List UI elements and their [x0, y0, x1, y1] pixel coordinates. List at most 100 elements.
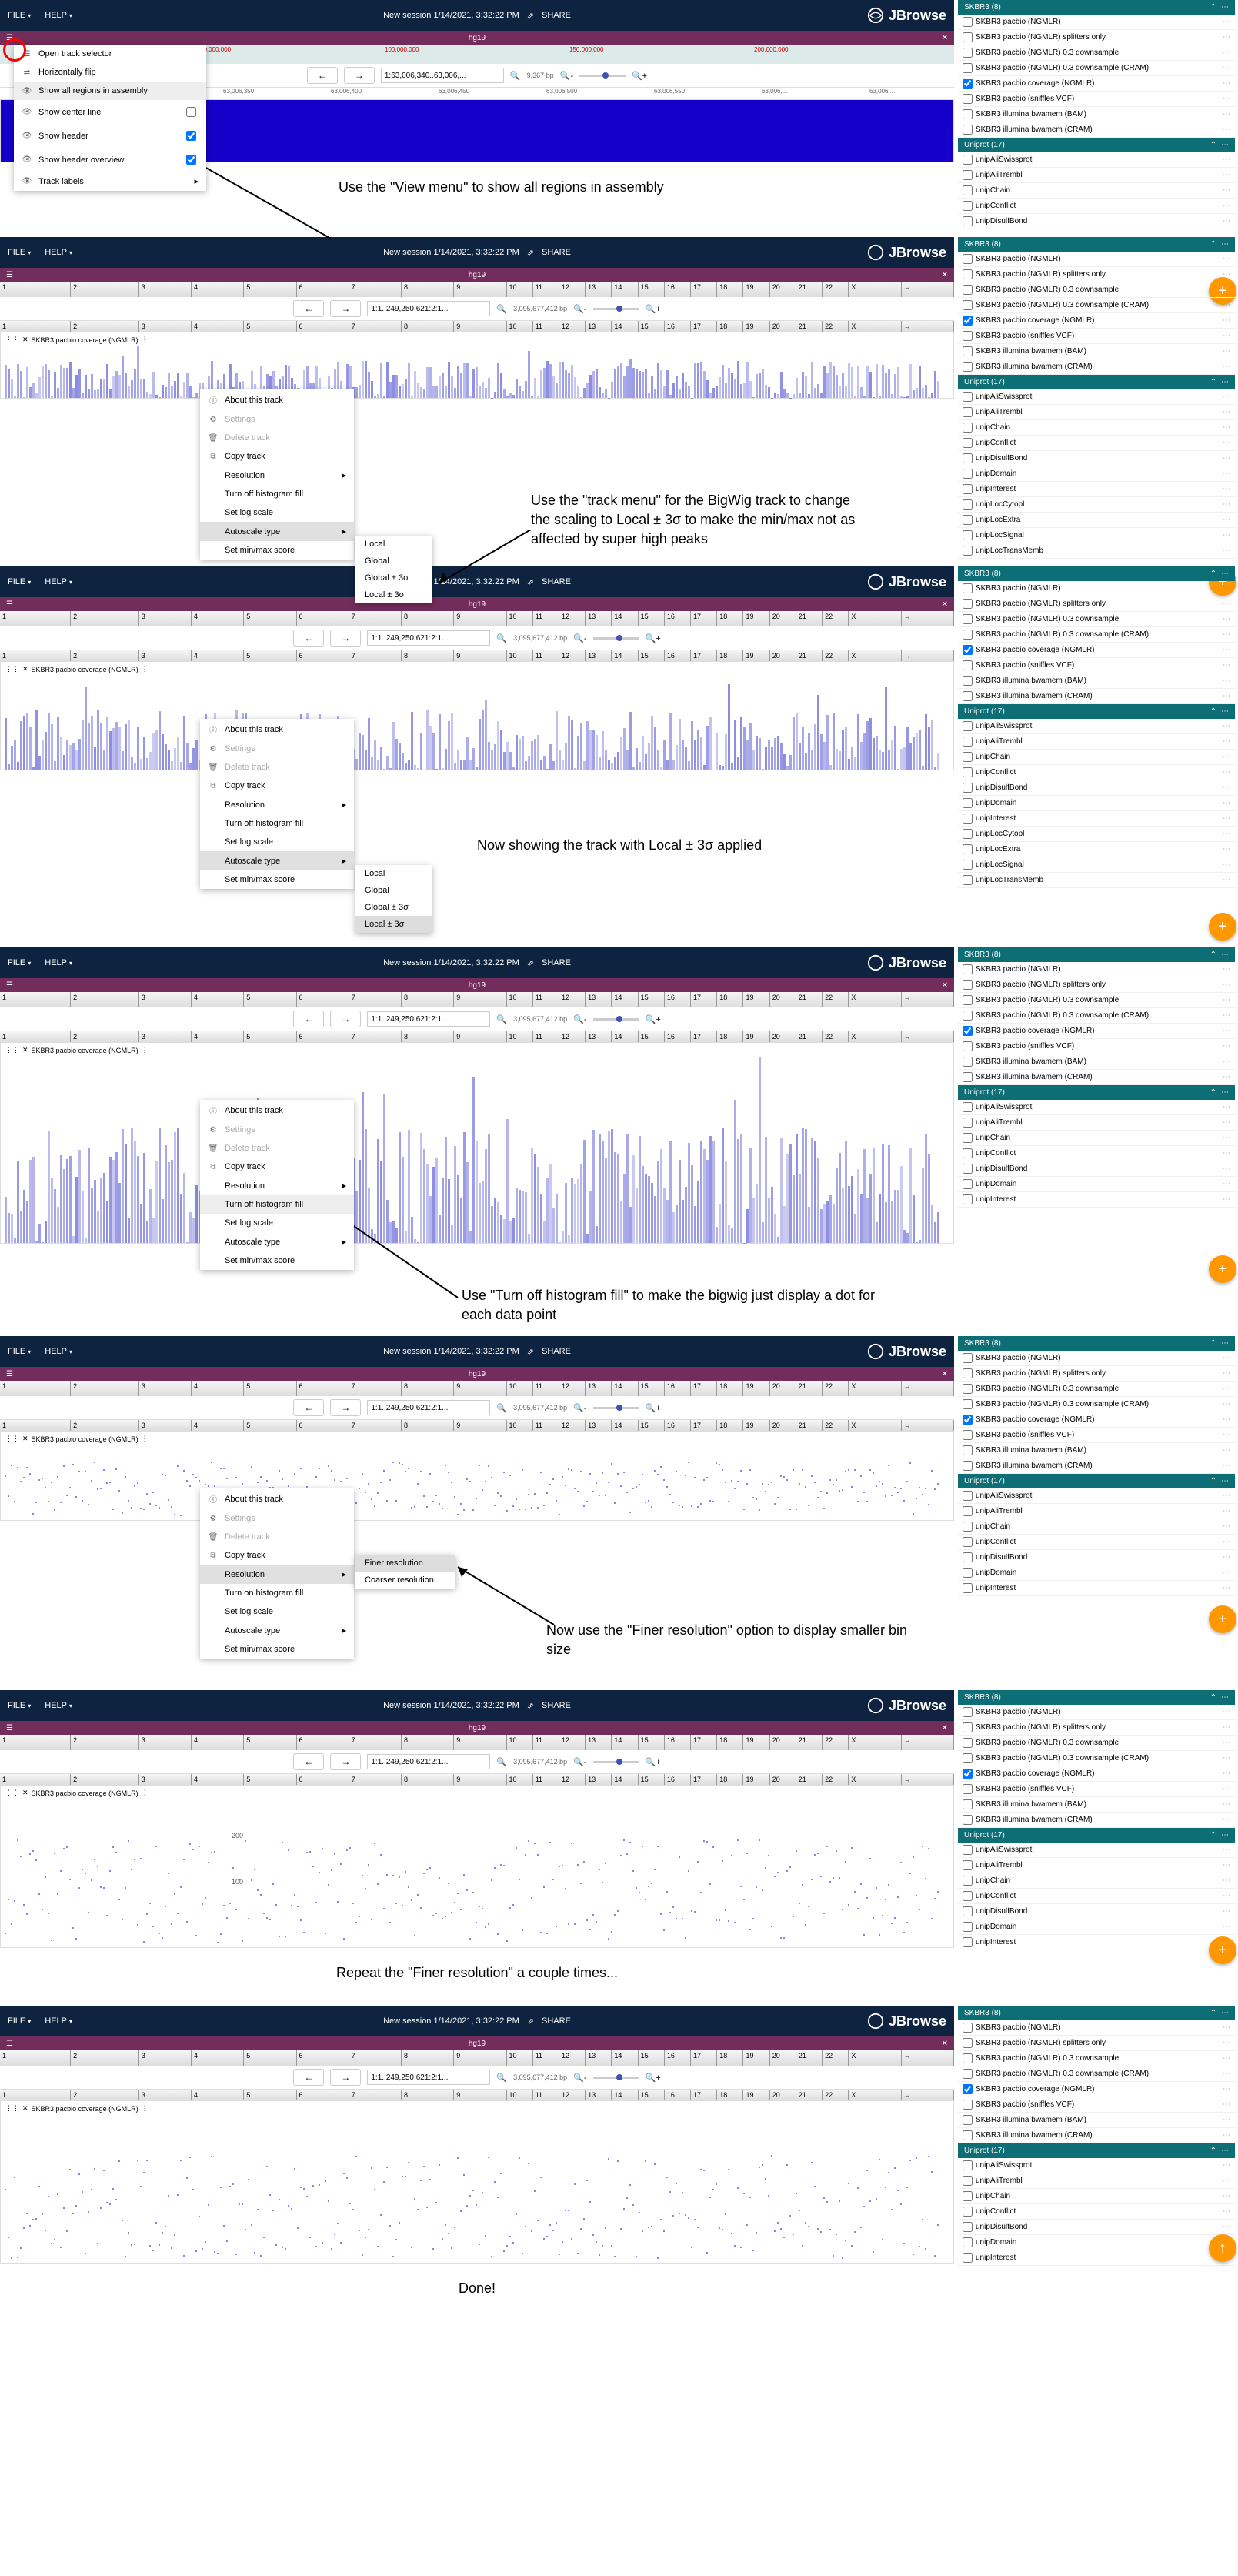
bigwig-track[interactable]: ⋮⋮✕SKBR3 pacbio coverage (NGMLR)⋮ [0, 1042, 954, 1244]
side-track-item[interactable]: SKBR3 pacbio (NGMLR) splitters only⋯ [958, 2036, 1235, 2051]
side-track-item[interactable]: unipAliSwissprot⋯ [958, 152, 1235, 168]
side-track-item[interactable]: unipAliSwissprot⋯ [958, 389, 1235, 405]
track-menu-item[interactable]: ⓘAbout this track [200, 1100, 354, 1121]
side-track-item[interactable]: unipConflict⋯ [958, 1889, 1235, 1904]
side-track-item[interactable]: unipDomain⋯ [958, 2235, 1235, 2250]
side-track-item[interactable]: unipAliTrembl⋯ [958, 1504, 1235, 1519]
side-track-item[interactable]: SKBR3 pacbio (NGMLR) 0.3 downsample (CRA… [958, 298, 1235, 313]
view-menu-item[interactable]: 👁Show header [14, 124, 206, 148]
side-track-item[interactable]: unipAliTrembl⋯ [958, 2173, 1235, 2189]
side-track-item[interactable]: unipAliSwissprot⋯ [958, 719, 1235, 734]
side-track-item[interactable]: unipDisulfBond⋯ [958, 1161, 1235, 1177]
track-menu-item[interactable]: ⧉Copy track [200, 447, 354, 466]
side-track-item[interactable]: SKBR3 illumina bwamem (CRAM)⋯ [958, 2128, 1235, 2143]
submenu-item[interactable]: Local ± 3σ [355, 586, 432, 603]
track-menu-item[interactable]: Set log scale [200, 1214, 354, 1232]
submenu-item[interactable]: Global ± 3σ [355, 899, 432, 916]
side-track-item[interactable]: SKBR3 pacbio (NGMLR) 0.3 downsample⋯ [958, 1736, 1235, 1751]
side-track-item[interactable]: SKBR3 pacbio (NGMLR) 0.3 downsample (CRA… [958, 1751, 1235, 1766]
bigwig-track-dots[interactable]: ⋮⋮✕SKBR3 pacbio coverage (NGMLR)⋮ [0, 1431, 954, 1521]
file-menu[interactable]: FILE [8, 11, 31, 20]
side-group-header[interactable]: Uniprot (17)⌃⋯ [958, 138, 1235, 152]
side-track-item[interactable]: SKBR3 pacbio (NGMLR) 0.3 downsample (CRA… [958, 1397, 1235, 1412]
side-track-item[interactable]: SKBR3 pacbio (sniffles VCF)⋯ [958, 329, 1235, 344]
track-menu-item[interactable]: Set log scale [200, 1602, 354, 1621]
bigwig-track-dots[interactable]: ⋮⋮✕SKBR3 pacbio coverage (NGMLR)⋮ [0, 2100, 954, 2264]
side-group-header[interactable]: Uniprot (17)⌃⋯ [958, 1474, 1235, 1488]
submenu-item[interactable]: Local [355, 865, 432, 882]
track-menu-item[interactable]: Set min/max score [200, 870, 354, 889]
side-group-header[interactable]: SKBR3 (8)⌃⋯ [958, 0, 1235, 15]
nav-back-button[interactable]: ← [293, 300, 324, 317]
view-menu-item[interactable]: ⇄Horizontally flip [14, 63, 206, 82]
submenu-item[interactable]: Finer resolution [355, 1555, 455, 1572]
side-track-item[interactable]: unipChain⋯ [958, 2189, 1235, 2204]
side-track-item[interactable]: SKBR3 pacbio (NGMLR)⋯ [958, 581, 1235, 596]
bigwig-track[interactable]: ⋮⋮✕SKBR3 pacbio coverage (NGMLR)⋮ [0, 332, 954, 399]
track-menu-item[interactable]: Set min/max score [200, 1640, 354, 1659]
track-menu-item[interactable]: Resolution▸ [200, 1176, 354, 1195]
track-menu-item[interactable]: Resolution▸ [200, 1565, 354, 1584]
nav-forward-button[interactable]: → [330, 300, 361, 317]
side-track-item[interactable]: SKBR3 illumina bwamem (CRAM)⋯ [958, 1070, 1235, 1085]
side-track-item[interactable]: unipConflict⋯ [958, 1146, 1235, 1161]
side-track-item[interactable]: unipInterest⋯ [958, 482, 1235, 497]
track-menu-item[interactable]: Resolution▸ [200, 795, 354, 814]
side-track-item[interactable]: SKBR3 illumina bwamem (BAM)⋯ [958, 1054, 1235, 1070]
side-group-header[interactable]: SKBR3 (8)⌃⋯ [958, 237, 1235, 252]
submenu-item[interactable]: Global ± 3σ [355, 570, 432, 586]
zoom-in-icon[interactable]: 🔍+ [646, 304, 661, 314]
side-track-item[interactable]: unipDisulfBond⋯ [958, 451, 1235, 466]
track-menu-item[interactable]: Autoscale type▸ [200, 1232, 354, 1251]
view-menu-icon[interactable]: ☰ [6, 271, 13, 279]
track-menu-item[interactable]: Resolution▸ [200, 466, 354, 485]
side-track-item[interactable]: unipLocExtra⋯ [958, 842, 1235, 857]
zoom-out-icon[interactable]: 🔍- [573, 304, 586, 314]
submenu-item[interactable]: Local ± 3σ [355, 916, 432, 933]
bigwig-track[interactable]: ⋮⋮✕SKBR3 pacbio coverage (NGMLR)⋮ [0, 661, 954, 770]
side-track-item[interactable]: unipLocSignal⋯ [958, 528, 1235, 543]
side-track-item[interactable]: unipLocSignal⋯ [958, 857, 1235, 873]
side-track-item[interactable]: unipAliSwissprot⋯ [958, 2158, 1235, 2173]
side-group-header[interactable]: Uniprot (17)⌃⋯ [958, 1085, 1235, 1100]
track-menu-item[interactable]: Turn off histogram fill [200, 485, 354, 503]
side-track-item[interactable]: unipDomain⋯ [958, 1177, 1235, 1192]
side-track-item[interactable]: SKBR3 illumina bwamem (BAM)⋯ [958, 107, 1235, 122]
track-menu-item[interactable]: ⧉Copy track [200, 1546, 354, 1565]
view-menu-item[interactable]: 👁Show center line [14, 100, 206, 124]
file-menu[interactable]: FILE [8, 248, 31, 257]
chrom-overview[interactable]: 12345678910111213141516171819202122X→ [0, 282, 954, 297]
side-track-item[interactable]: SKBR3 pacbio (NGMLR) splitters only⋯ [958, 977, 1235, 993]
share-button[interactable]: SHARE [542, 11, 571, 20]
view-menu-item[interactable]: 👁Show header overview [14, 148, 206, 172]
side-track-item[interactable]: SKBR3 pacbio (NGMLR) splitters only⋯ [958, 1720, 1235, 1736]
view-menu-item[interactable]: 👁Track labels▸ [14, 172, 206, 191]
side-track-item[interactable]: unipConflict⋯ [958, 1535, 1235, 1550]
side-track-item[interactable]: SKBR3 pacbio (NGMLR) 0.3 downsample⋯ [958, 1382, 1235, 1397]
track-menu-item[interactable]: ⓘAbout this track [200, 389, 354, 410]
track-menu-item[interactable]: Turn on histogram fill [200, 1584, 354, 1602]
side-track-item[interactable]: SKBR3 illumina bwamem (BAM)⋯ [958, 1443, 1235, 1458]
side-track-item[interactable]: SKBR3 pacbio (sniffles VCF)⋯ [958, 92, 1235, 107]
track-menu-item[interactable]: Set log scale [200, 833, 354, 851]
track-menu-item[interactable]: Turn off histogram fill [200, 1195, 354, 1214]
close-view-icon[interactable]: ✕ [942, 34, 948, 42]
close-view-icon[interactable]: ✕ [942, 271, 948, 279]
zoom-slider[interactable] [579, 75, 626, 77]
side-track-item[interactable]: SKBR3 illumina bwamem (CRAM)⋯ [958, 1813, 1235, 1828]
side-track-item[interactable]: SKBR3 pacbio (NGMLR) 0.3 downsample (CRA… [958, 61, 1235, 76]
close-track-icon[interactable]: ✕ [22, 336, 28, 344]
side-track-item[interactable]: unipAliTrembl⋯ [958, 1115, 1235, 1131]
fab-scroll-top[interactable]: ↑ [1209, 2234, 1236, 2262]
fab-add-button[interactable]: + [1209, 1605, 1236, 1633]
side-track-item[interactable]: unipChain⋯ [958, 183, 1235, 199]
side-track-item[interactable]: SKBR3 illumina bwamem (CRAM)⋯ [958, 122, 1235, 138]
side-track-item[interactable]: SKBR3 pacbio (NGMLR)⋯ [958, 252, 1235, 267]
side-track-item[interactable]: SKBR3 pacbio (NGMLR) 0.3 downsample (CRA… [958, 627, 1235, 643]
share-icon[interactable]: ⇗ [527, 11, 534, 21]
side-track-item[interactable]: SKBR3 pacbio (NGMLR) 0.3 downsample (CRA… [958, 1008, 1235, 1024]
side-track-item[interactable]: unipLocTransMemb⋯ [958, 543, 1235, 559]
side-track-item[interactable]: unipChain⋯ [958, 750, 1235, 765]
side-track-item[interactable]: SKBR3 pacbio (NGMLR)⋯ [958, 1351, 1235, 1366]
help-menu[interactable]: HELP [45, 577, 72, 586]
